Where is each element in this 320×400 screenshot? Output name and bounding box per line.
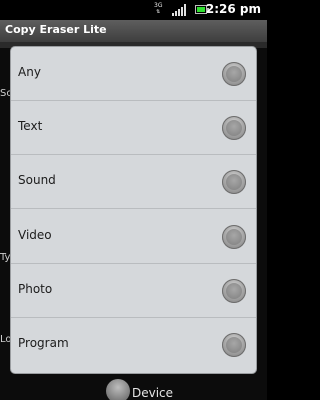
app-title: Copy Eraser Lite bbox=[5, 23, 107, 36]
network-label: 3G bbox=[154, 2, 163, 9]
option-label: Text bbox=[18, 119, 43, 133]
background-label-partial: Lo bbox=[0, 334, 12, 345]
signal-icon bbox=[172, 4, 186, 16]
background-label-partial: Ty bbox=[0, 252, 11, 263]
radio-button[interactable] bbox=[222, 279, 246, 303]
screen: 3G ⇅ 2:26 pm Copy Eraser Lite Sc Ty Lo A… bbox=[0, 0, 267, 400]
radio-button[interactable] bbox=[222, 333, 246, 357]
option-label: Any bbox=[18, 65, 41, 79]
device-radio-button[interactable] bbox=[106, 379, 130, 400]
radio-button[interactable] bbox=[222, 62, 246, 86]
radio-button[interactable] bbox=[222, 116, 246, 140]
option-video[interactable]: Video bbox=[11, 210, 256, 264]
option-sound[interactable]: Sound bbox=[11, 155, 256, 209]
app-title-bar: Copy Eraser Lite bbox=[0, 20, 267, 43]
option-any[interactable]: Any bbox=[11, 47, 256, 101]
device-label: Device bbox=[132, 386, 174, 400]
radio-button[interactable] bbox=[222, 225, 246, 249]
option-photo[interactable]: Photo bbox=[11, 264, 256, 318]
status-bar: 3G ⇅ 2:26 pm bbox=[0, 0, 267, 20]
status-time: 2:26 pm bbox=[205, 2, 261, 16]
option-label: Photo bbox=[18, 282, 53, 296]
option-label: Sound bbox=[18, 173, 56, 187]
option-label: Video bbox=[18, 228, 52, 242]
network-3g-icon: 3G ⇅ bbox=[154, 2, 163, 15]
option-text[interactable]: Text bbox=[11, 101, 256, 155]
divider bbox=[11, 208, 256, 209]
option-label: Program bbox=[18, 336, 69, 350]
file-type-dialog: Any Text Sound Video Photo Program bbox=[11, 47, 256, 373]
option-program[interactable]: Program bbox=[11, 318, 256, 372]
radio-button[interactable] bbox=[222, 170, 246, 194]
